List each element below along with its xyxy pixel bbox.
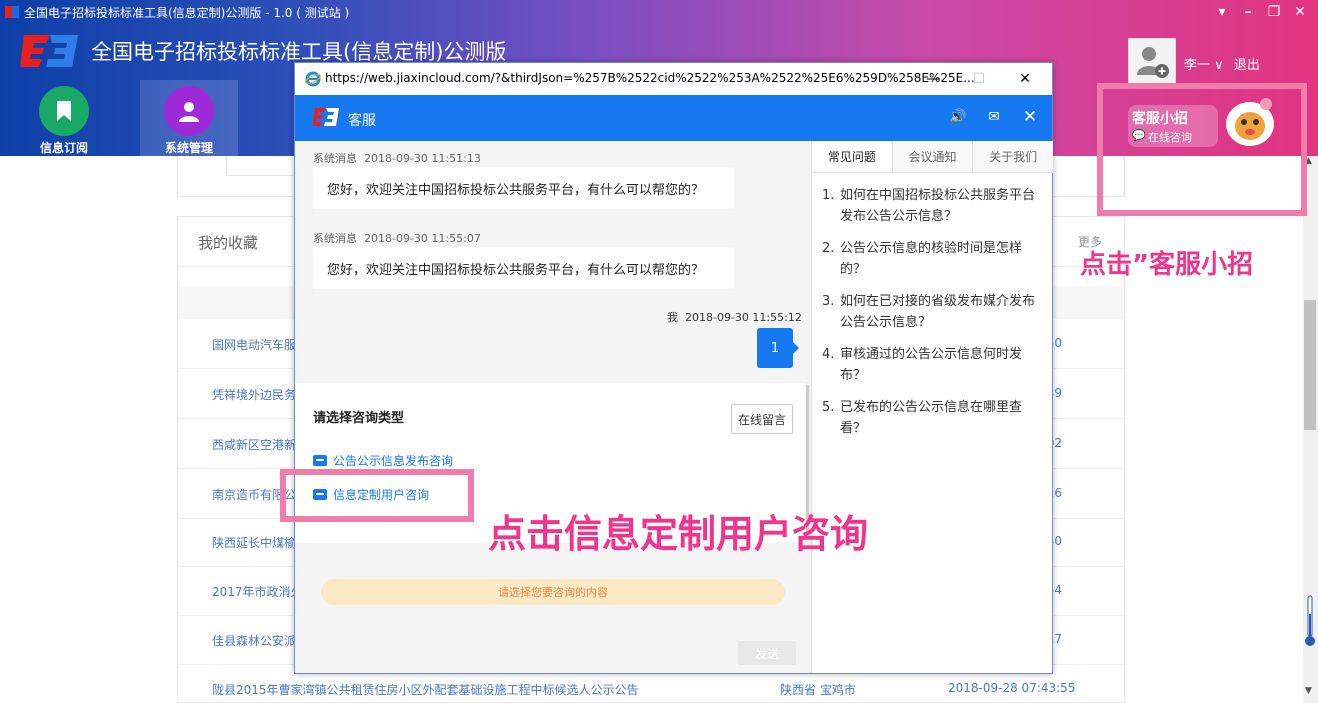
chat-header: 客服 🔊 ✉ ✕: [295, 95, 1052, 141]
send-button[interactable]: 发送: [738, 641, 796, 665]
row-title[interactable]: 国网电动汽车服: [212, 336, 296, 353]
message-bubble: 您好，欢迎关注中国招标投标公共服务平台，有什么可以帮您的？: [313, 167, 734, 209]
maximize-icon: ☐: [972, 71, 986, 87]
my-message-meta: 我 2018-09-30 11:55:12: [667, 311, 802, 324]
nav-tab-subscription[interactable]: 信息订阅: [15, 80, 113, 156]
nav-tab-system-management[interactable]: 系统管理: [140, 80, 238, 156]
speaker-icon[interactable]: 🔊: [948, 106, 968, 128]
tab-about-us[interactable]: 关于我们: [973, 141, 1053, 172]
highlight-box-consult: [280, 469, 474, 522]
avatar-add-icon: [1137, 47, 1169, 78]
message-bubble: 您好，欢迎关注中国招标投标公共服务平台，有什么可以帮您的？: [313, 247, 734, 289]
highlight-box-kefu: [1097, 83, 1307, 216]
faq-item[interactable]: 2. 公告公示信息的核验时间是怎样的？: [822, 238, 1044, 280]
row-title[interactable]: 陇县2015年曹家湾镇公共租赁住房小区外配套基础设施工程中标候选人公示公告: [212, 681, 639, 698]
ie-browser-icon: [305, 71, 321, 87]
restore-icon[interactable]: ❐: [1262, 2, 1286, 22]
popup-titlebar: https://web.jiaxincloud.com/?&thirdJson=…: [295, 63, 1052, 95]
minimize-icon[interactable]: –: [1236, 2, 1260, 22]
nav-tab-label: 信息订阅: [39, 141, 88, 155]
row-title[interactable]: 2017年市政消火: [212, 583, 303, 600]
user-name: 李一: [1184, 58, 1211, 73]
nav-tab-label: 系统管理: [164, 141, 213, 155]
chat-header-actions: 🔊 ✉ ✕: [948, 106, 1040, 128]
consult-option-announcement[interactable]: 公告公示信息发布咨询: [313, 452, 453, 469]
window-titlebar: 全国电子招标投标标准工具(信息定制)公测版 - 1.0 ( 测试站 ) ▾ – …: [0, 0, 1318, 24]
chat-icon: [313, 455, 327, 466]
popup-window-controls: — ☐ ✕: [910, 67, 1048, 91]
faq-item[interactable]: 3. 如何在已对接的省级发布媒介发布公告公示信息？: [822, 291, 1044, 333]
chat-popup-window: https://web.jiaxincloud.com/?&thirdJson=…: [294, 62, 1053, 674]
app-logo-mini-icon: [5, 6, 19, 18]
faq-list: 1. 如何在中国招标投标公共服务平台发布公告公示信息？ 2. 公告公示信息的核验时间…: [822, 185, 1044, 450]
tab-faq[interactable]: 常见问题: [812, 141, 893, 172]
chevron-down-icon: ∨: [1214, 58, 1224, 73]
window-title: 全国电子招标投标标准工具(信息定制)公测版 - 1.0 ( 测试站 ): [24, 6, 350, 20]
bookmark-icon: [39, 86, 89, 136]
faq-panel: 常见问题 会议通知 关于我们 1. 如何在中国招标投标公共服务平台发布公告公示信息…: [811, 141, 1053, 673]
user-menu[interactable]: 李一 ∨ 退出: [1184, 54, 1260, 73]
faq-item[interactable]: 4. 审核通过的公告公示信息何时发布？: [822, 344, 1044, 386]
avatar[interactable]: [1128, 38, 1176, 84]
tab-meeting-notice[interactable]: 会议通知: [893, 141, 974, 172]
logout-link[interactable]: 退出: [1234, 58, 1260, 73]
faq-tabs: 常见问题 会议通知 关于我们: [812, 141, 1053, 173]
message-meta: 系统消息 2018-09-30 11:51:13: [313, 152, 481, 165]
service-logo-icon: [313, 108, 339, 126]
close-icon[interactable]: ✕: [1002, 67, 1048, 91]
close-icon[interactable]: ✕: [1020, 106, 1040, 128]
consult-title: 请选择咨询类型: [313, 411, 405, 426]
thermometer-icon: [1305, 595, 1315, 646]
message-input[interactable]: 请选择您要咨询的内容: [321, 579, 785, 605]
row-title[interactable]: 凭祥境外边民务: [212, 386, 296, 403]
row-title[interactable]: 西咸新区空港新: [212, 436, 296, 453]
consult-option-label: 公告公示信息发布咨询: [333, 454, 454, 468]
faq-item[interactable]: 5. 已发布的公告公示信息在哪里查看？: [822, 397, 1044, 439]
close-icon[interactable]: ✕: [1288, 2, 1312, 22]
mail-icon[interactable]: ✉: [984, 106, 1004, 128]
user-icon: [164, 86, 214, 136]
scroll-down-icon[interactable]: ▼: [1305, 686, 1312, 696]
menu-dropdown-icon[interactable]: ▾: [1210, 2, 1234, 22]
scrollbar-thumb[interactable]: [1304, 300, 1316, 430]
chat-title: 客服: [348, 113, 376, 129]
favorites-title: 我的收藏: [198, 234, 259, 252]
annotation-consult: 点击信息定制用户咨询: [488, 512, 869, 556]
my-message-bubble: 1: [757, 328, 799, 368]
row-time: 2018-09-28 07:43:55: [948, 681, 1076, 695]
row-region: 陕西省 宝鸡市: [780, 683, 856, 697]
message-meta: 系统消息 2018-09-30 11:55:07: [313, 232, 481, 245]
window-controls: ▾ – ❐ ✕: [1210, 2, 1312, 22]
row-title[interactable]: 陕西延长中煤榆: [212, 534, 296, 551]
annotation-kefu: 点击”客服小招: [1080, 250, 1254, 280]
popup-url: https://web.jiaxincloud.com/?&thirdJson=…: [325, 71, 975, 85]
row-title[interactable]: 佳县森林公安派: [212, 632, 296, 649]
leave-message-button[interactable]: 在线留言: [731, 404, 793, 434]
app-logo: [20, 35, 78, 67]
minimize-icon[interactable]: —: [910, 67, 956, 91]
faq-item[interactable]: 1. 如何在中国招标投标公共服务平台发布公告公示信息？: [822, 185, 1044, 227]
